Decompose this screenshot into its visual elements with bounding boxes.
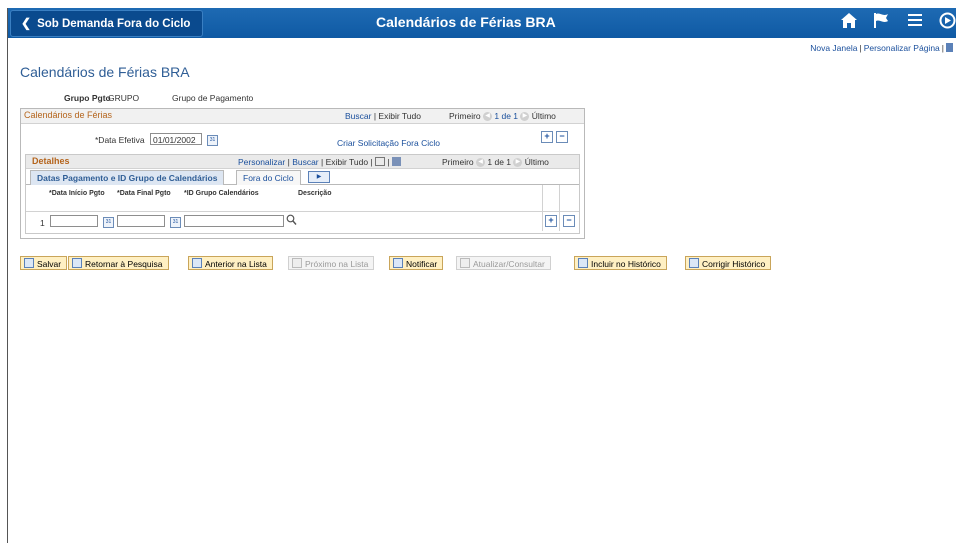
row-number: 1: [40, 218, 45, 228]
window-left-edge: [7, 8, 8, 543]
update-display-button: Atualizar/Consultar: [456, 256, 551, 270]
add-row-icon[interactable]: +: [541, 131, 553, 143]
start-date-calendar-icon[interactable]: 31: [103, 217, 114, 228]
details-find-link[interactable]: Buscar: [292, 157, 318, 167]
next-icon: [292, 258, 302, 268]
grid-range-label: 1 de 1: [494, 111, 519, 121]
update-icon: [460, 258, 470, 268]
notify-label: Notificar: [406, 259, 438, 269]
notify-icon: [393, 258, 403, 268]
details-next-icon: ▶: [513, 158, 523, 168]
home-icon[interactable]: [840, 12, 858, 34]
pay-group-description: Grupo de Pagamento: [172, 93, 254, 103]
tab-off-cycle[interactable]: Fora do Ciclo: [236, 170, 301, 185]
app-title: Calendários de Férias BRA: [376, 14, 556, 30]
back-button-label: Sob Demanda Fora do Ciclo: [37, 18, 191, 30]
details-view-all-link[interactable]: Exibir Tudo: [326, 157, 369, 167]
details-add-row-icon[interactable]: +: [545, 215, 557, 227]
col-calendar-group-id: *ID Grupo Calendários: [184, 190, 259, 197]
download-icon[interactable]: [392, 157, 401, 166]
return-icon: [72, 258, 82, 268]
effective-date-label: *Data Efetiva: [95, 135, 145, 145]
correct-icon: [689, 258, 699, 268]
pay-group-label: Grupo Pgto: [64, 93, 111, 103]
next-in-list-button: Próximo na Lista: [288, 256, 375, 270]
show-all-columns-icon[interactable]: ▶: [308, 171, 330, 183]
grid-last-label: Último: [531, 111, 556, 121]
return-to-search-label: Retornar à Pesquisa: [85, 259, 163, 269]
delete-row-icon[interactable]: −: [556, 131, 568, 143]
previous-row-icon: ◀: [483, 112, 493, 122]
col-end-date: *Data Final Pgto: [117, 190, 171, 197]
return-to-search-button[interactable]: Retornar à Pesquisa: [68, 256, 169, 270]
details-grid-header: Detalhes Personalizar | Buscar | Exibir …: [26, 155, 579, 169]
details-range-label: 1 de 1: [487, 157, 512, 167]
help-icon[interactable]: [946, 43, 953, 52]
update-display-label: Atualizar/Consultar: [473, 259, 545, 269]
grid-find-link[interactable]: Buscar: [345, 111, 371, 121]
details-grid-title: Detalhes: [32, 156, 70, 166]
search-icon[interactable]: [286, 214, 297, 228]
vacation-calendars-grid: Calendários de Férias Buscar | Exibir Tu…: [20, 108, 585, 239]
end-date-field[interactable]: [117, 215, 165, 227]
end-date-calendar-icon[interactable]: 31: [170, 217, 181, 228]
previous-icon: [192, 258, 202, 268]
save-button-label: Salvar: [37, 259, 62, 269]
personalize-link[interactable]: Personalizar: [238, 157, 285, 167]
grid-title: Calendários de Férias: [24, 110, 113, 120]
next-in-list-label: Próximo na Lista: [305, 259, 369, 269]
back-button[interactable]: ❮ Sob Demanda Fora do Ciclo: [10, 10, 204, 37]
history-icon: [578, 258, 588, 268]
save-icon: [24, 258, 34, 268]
navbar-icon[interactable]: [939, 12, 956, 34]
details-last-label: Último: [524, 157, 549, 167]
zoom-icon[interactable]: [375, 157, 386, 166]
include-history-button[interactable]: Incluir no Histórico: [574, 256, 667, 270]
chevron-left-icon: ❮: [21, 16, 32, 30]
include-history-label: Incluir no Histórico: [591, 259, 661, 269]
previous-in-list-button[interactable]: Anterior na Lista: [188, 256, 273, 270]
page-links: Nova Janela | Personalizar Página |: [810, 43, 953, 53]
page-title: Calendários de Férias BRA: [20, 64, 190, 80]
next-row-icon: ▶: [520, 112, 530, 122]
effective-date-field[interactable]: 01/01/2002: [150, 133, 202, 145]
tab-payment-dates[interactable]: Datas Pagamento e ID Grupo de Calendário…: [30, 170, 225, 185]
col-description: Descrição: [298, 190, 332, 197]
grid-view-all-link[interactable]: Exibir Tudo: [378, 111, 421, 121]
create-off-cycle-request-link[interactable]: Criar Solicitação Fora Ciclo: [337, 138, 440, 148]
previous-in-list-label: Anterior na Lista: [205, 259, 267, 269]
pay-group-value: GRUPO: [108, 93, 140, 103]
pay-group-label-text: Grupo Pgto: [64, 93, 111, 103]
calendar-icon[interactable]: 31: [207, 135, 218, 146]
details-first-label: Primeiro: [442, 157, 474, 167]
hamburger-menu-icon[interactable]: [907, 12, 923, 32]
start-date-field[interactable]: [50, 215, 98, 227]
grid-first-label: Primeiro: [449, 111, 481, 121]
correct-history-label: Corrigir Histórico: [702, 259, 766, 269]
details-delete-row-icon[interactable]: −: [563, 215, 575, 227]
flag-icon[interactable]: [873, 12, 889, 34]
notify-button[interactable]: Notificar: [389, 256, 444, 270]
grid-header: Calendários de Férias Buscar | Exibir Tu…: [21, 109, 584, 124]
calendar-group-id-field[interactable]: [184, 215, 284, 227]
correct-history-button[interactable]: Corrigir Histórico: [685, 256, 772, 270]
new-window-link[interactable]: Nova Janela: [810, 43, 857, 53]
details-previous-icon: ◀: [476, 158, 486, 168]
top-banner: ❮ Sob Demanda Fora do Ciclo Calendários d…: [8, 8, 956, 38]
personalize-page-link[interactable]: Personalizar Página: [864, 43, 940, 53]
details-grid: Detalhes Personalizar | Buscar | Exibir …: [25, 154, 580, 234]
save-button[interactable]: Salvar: [20, 256, 68, 270]
col-start-date: *Data Início Pgto: [49, 190, 105, 197]
